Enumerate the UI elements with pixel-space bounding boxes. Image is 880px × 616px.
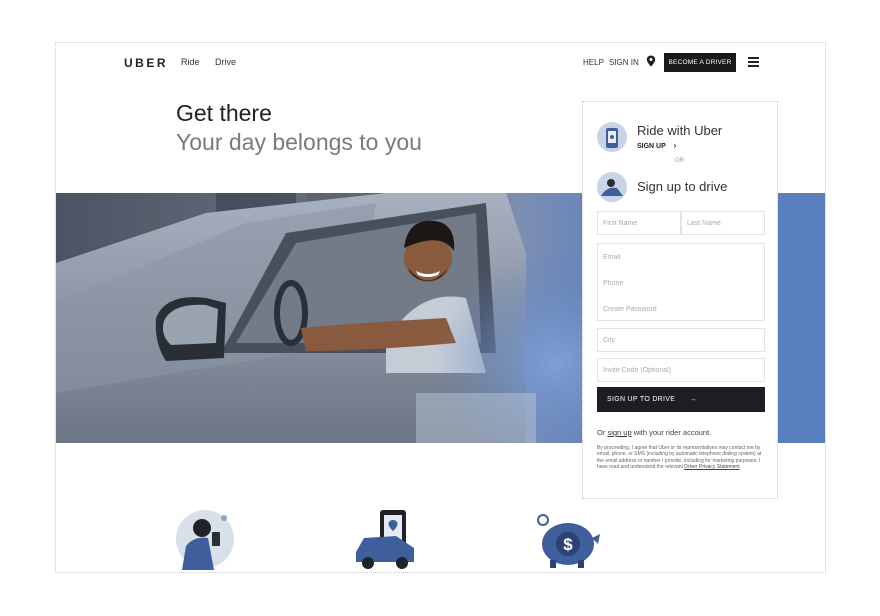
person-phone-illustration-icon — [176, 510, 234, 570]
password-input[interactable] — [598, 297, 764, 321]
account-fields-group — [597, 243, 765, 321]
nav-help-link[interactable]: HELP — [583, 58, 604, 67]
arrow-right-icon: → — [689, 396, 697, 403]
rider-signup-inline-link[interactable]: sign up — [607, 428, 631, 437]
piggy-bank-dollar-illustration-icon: $ — [537, 514, 600, 568]
ride-with-uber-title[interactable]: Ride with Uber — [637, 123, 722, 138]
password-field[interactable] — [598, 297, 764, 321]
invite-code-field[interactable] — [597, 358, 765, 382]
page: UBER Ride Drive HELP SIGN IN BECOME A DR… — [55, 42, 826, 573]
city-input[interactable] — [598, 329, 764, 351]
top-nav: UBER Ride Drive HELP SIGN IN BECOME A DR… — [56, 43, 825, 81]
rider-note-prefix: Or — [597, 428, 606, 437]
svg-text:$: $ — [563, 535, 573, 554]
first-name-input[interactable] — [598, 212, 680, 234]
nav-ride-link[interactable]: Ride — [181, 57, 200, 67]
signup-panel: Ride with Uber SIGN UP › OR Sign up to d… — [582, 101, 778, 499]
hero-subtitle: Your day belongs to you — [176, 129, 422, 155]
chevron-right-icon: › — [673, 141, 677, 150]
rider-account-note: Or sign up with your rider account. — [597, 428, 711, 437]
phone-input[interactable] — [598, 271, 764, 295]
legal-disclaimer: By proceeding, I agree that Uber or its … — [597, 445, 767, 470]
rider-illustration-icon — [597, 122, 627, 152]
location-pin-icon[interactable] — [646, 55, 656, 67]
phone-field[interactable] — [598, 271, 764, 295]
driver-illustration-icon — [597, 172, 627, 202]
city-field[interactable] — [597, 328, 765, 352]
or-divider: OR — [675, 158, 684, 164]
submit-label: SIGN UP TO DRIVE — [607, 396, 676, 403]
email-field[interactable] — [598, 245, 764, 269]
driver-privacy-statement-link[interactable]: Driver Privacy Statement — [684, 464, 739, 470]
last-name-input[interactable] — [682, 212, 764, 234]
rider-signup-label: SIGN UP — [637, 143, 666, 150]
email-input[interactable] — [598, 245, 764, 269]
rider-signup-link[interactable]: SIGN UP › — [637, 141, 676, 150]
hamburger-menu-icon[interactable] — [748, 57, 759, 67]
invite-code-input[interactable] — [598, 359, 764, 381]
sign-up-to-drive-button[interactable]: SIGN UP TO DRIVE → — [597, 387, 765, 412]
car-navigation-illustration-icon — [356, 510, 414, 569]
uber-logo[interactable]: UBER — [124, 56, 168, 70]
become-driver-button[interactable]: BECOME A DRIVER — [664, 53, 736, 72]
hero-title: Get there — [176, 100, 272, 126]
nav-sign-in-link[interactable]: SIGN IN — [609, 58, 639, 67]
sign-up-to-drive-title: Sign up to drive — [637, 179, 728, 194]
last-name-field[interactable] — [681, 211, 765, 235]
nav-drive-link[interactable]: Drive — [215, 57, 236, 67]
rider-note-suffix: with your rider account. — [633, 428, 712, 437]
first-name-field[interactable] — [597, 211, 681, 235]
